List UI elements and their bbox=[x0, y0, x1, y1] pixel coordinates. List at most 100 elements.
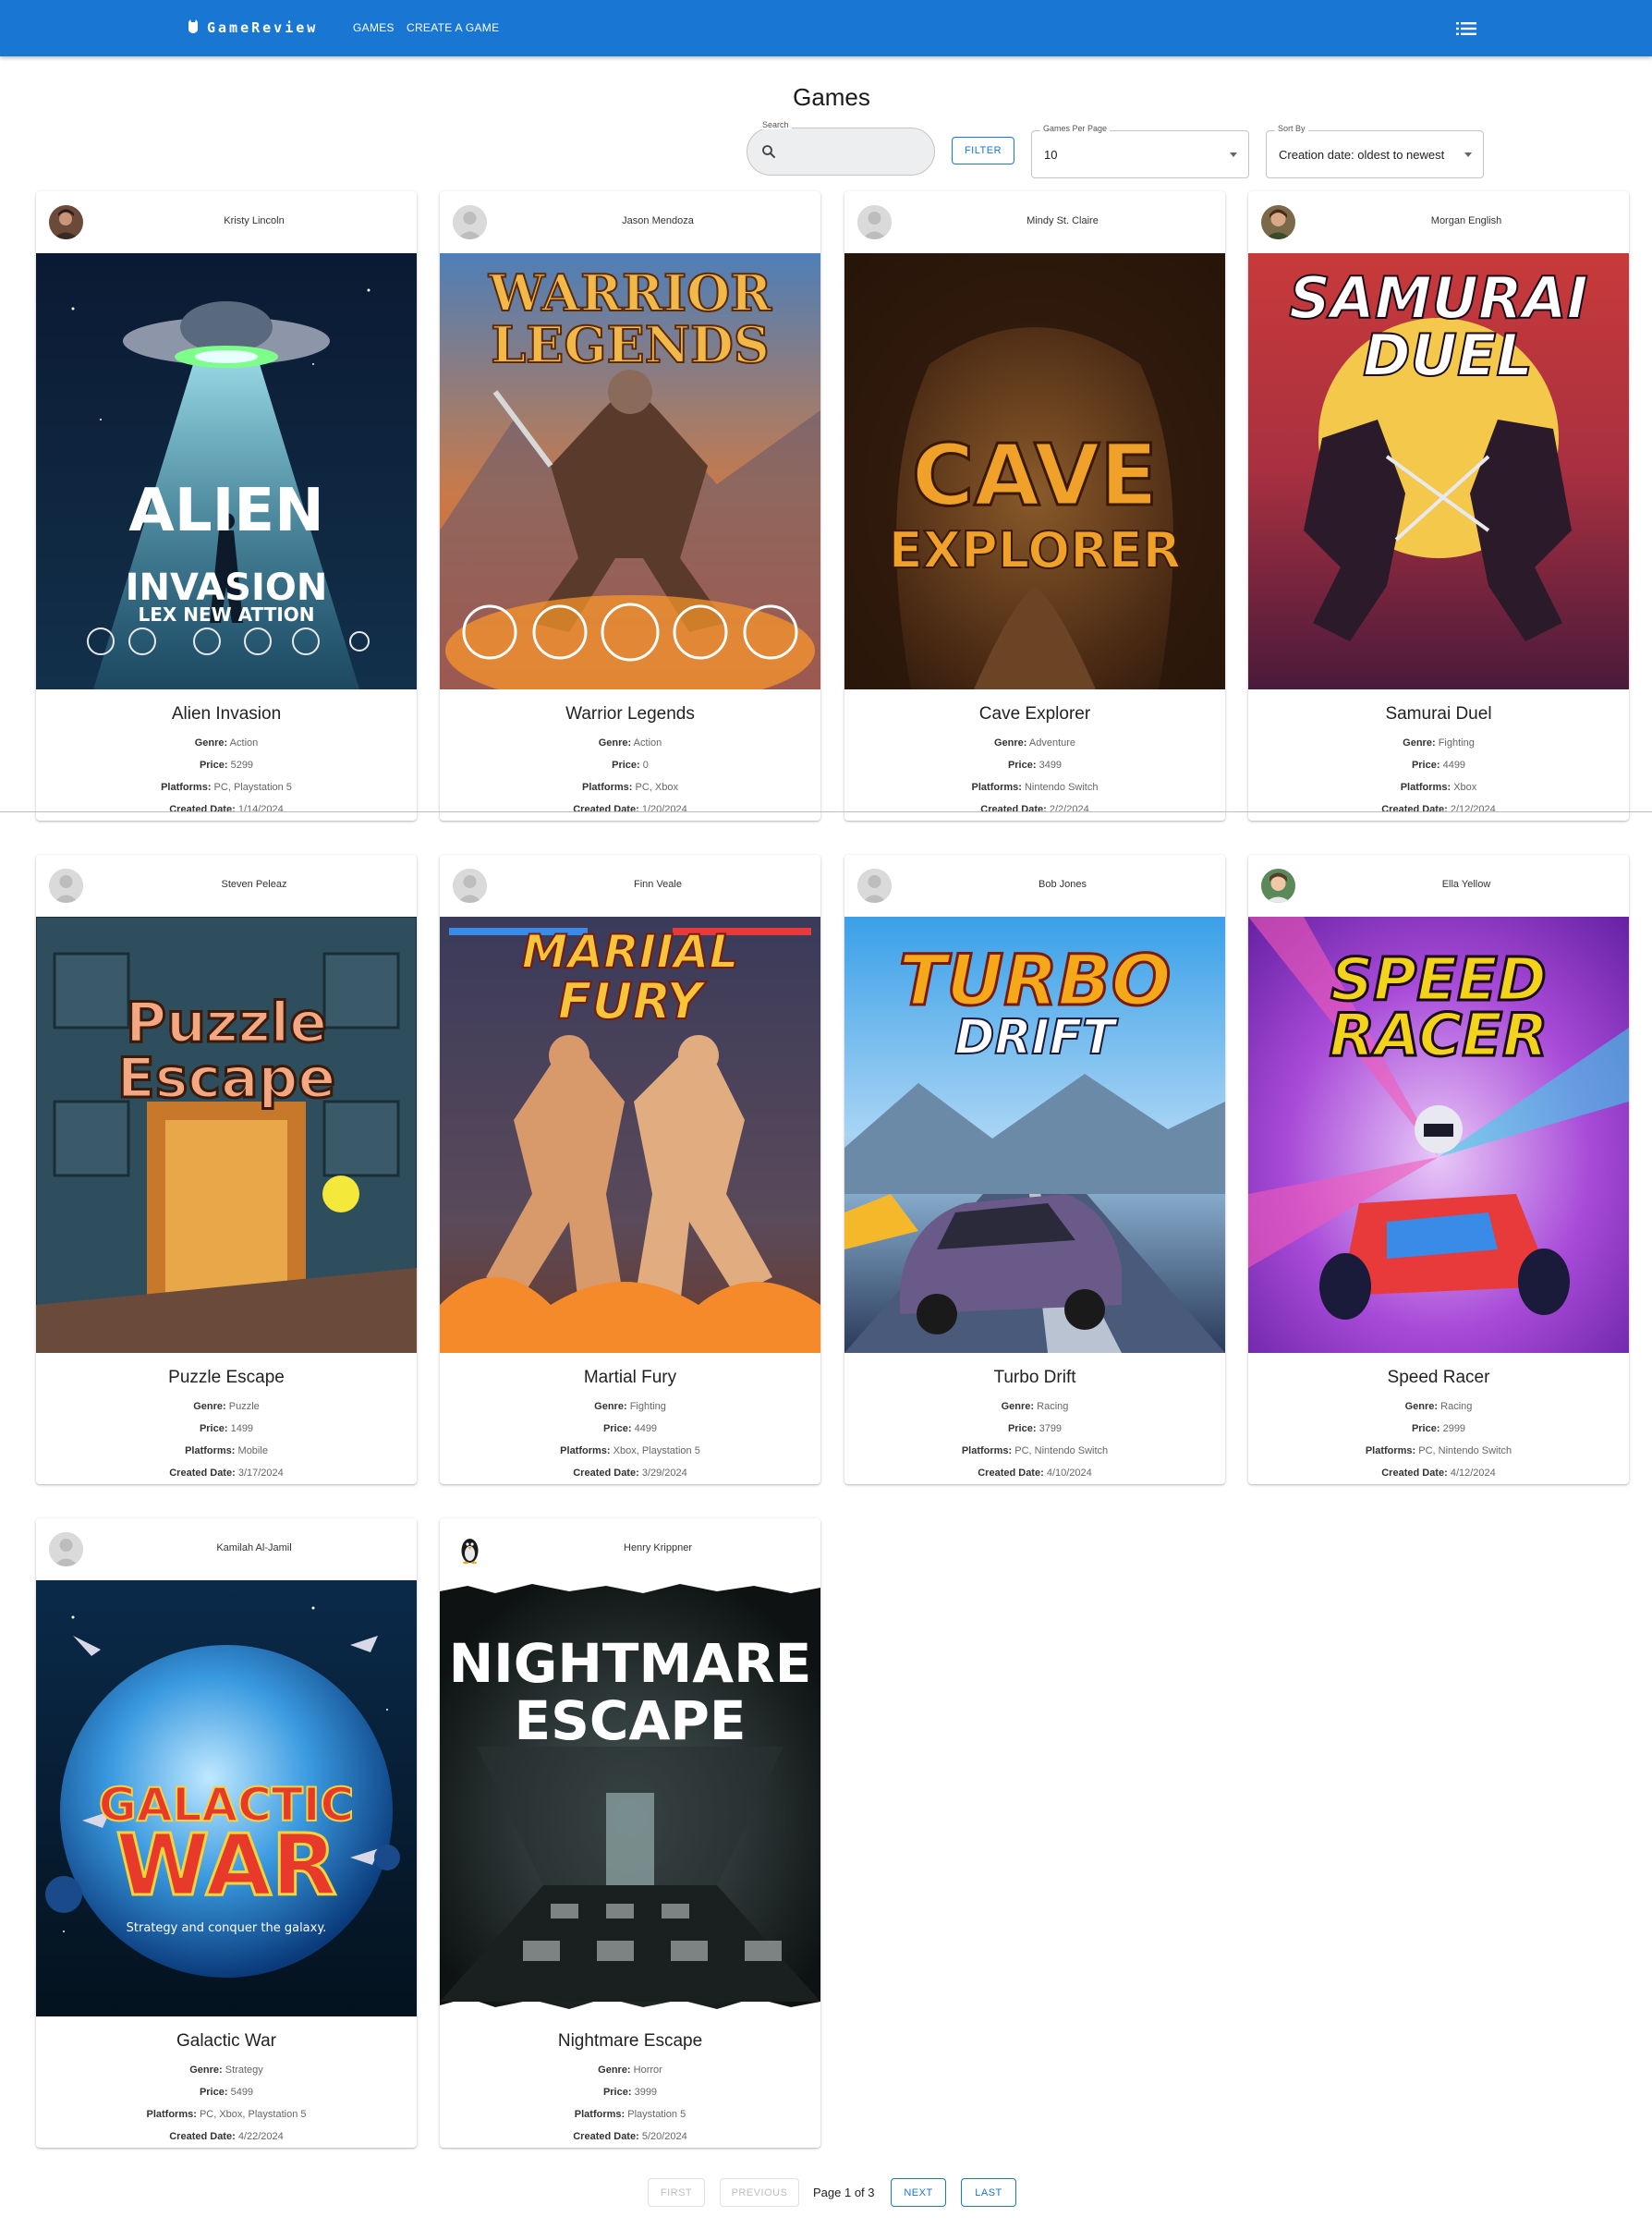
search-input[interactable] bbox=[747, 128, 935, 176]
game-created-date: Created Date: 1/14/2024 bbox=[169, 804, 284, 815]
game-card[interactable]: Bob Jones TURBO DRIFT Turbo Drift Genre:… bbox=[844, 855, 1225, 1484]
chevron-down-icon bbox=[1230, 152, 1237, 157]
cover-subtitle: DUEL bbox=[1363, 322, 1533, 389]
game-card[interactable]: Jason Mendoza WARRIOR LEGENDS Warrior Le… bbox=[440, 191, 820, 821]
card-author: Henry Krippner bbox=[624, 1542, 692, 1553]
card-header: Henry Krippner bbox=[440, 1518, 820, 1580]
sort-by-select[interactable]: Creation date: oldest to newest bbox=[1266, 130, 1484, 178]
games-per-page-label: Games Per Page bbox=[1040, 124, 1111, 133]
game-cover-image: ALIEN INVASION LEX NEW ATTION bbox=[36, 253, 417, 689]
search-icon bbox=[762, 145, 775, 158]
card-header: Steven Peleaz bbox=[36, 855, 417, 917]
cover-subtitle: Escape bbox=[117, 1046, 335, 1111]
card-header: Kristy Lincoln bbox=[36, 191, 417, 253]
game-cover-image: CAVE EXPLORER bbox=[844, 253, 1225, 689]
previous-page-button[interactable]: PREVIOUS bbox=[720, 2178, 799, 2207]
card-author: Steven Peleaz bbox=[221, 879, 287, 890]
shield-icon bbox=[188, 19, 198, 33]
game-title: Martial Fury bbox=[583, 1368, 677, 1387]
game-genre: Genre: Adventure bbox=[993, 737, 1076, 749]
list-menu-icon[interactable] bbox=[1456, 20, 1476, 37]
sort-by-label: Sort By bbox=[1275, 124, 1308, 133]
game-cover-image: Puzzle Escape bbox=[36, 917, 417, 1353]
brand-logo[interactable]: GameReview bbox=[187, 17, 318, 39]
game-platforms: Platforms: Mobile bbox=[185, 1445, 268, 1456]
game-title: Nightmare Escape bbox=[557, 2031, 703, 2051]
game-title: Galactic War bbox=[176, 2031, 277, 2051]
chevron-down-icon bbox=[1464, 152, 1472, 157]
card-author: Kristy Lincoln bbox=[224, 215, 285, 226]
card-header: Kamilah Al-Jamil bbox=[36, 1518, 417, 1580]
game-cover-image: GALACTIC WAR Strategy and conquer the ga… bbox=[36, 1580, 417, 2016]
game-platforms: Platforms: PC, Nintendo Switch bbox=[961, 1445, 1109, 1456]
game-price: Price: 3999 bbox=[602, 2087, 658, 2098]
cover-title: ALIEN bbox=[128, 477, 323, 545]
game-created-date: Created Date: 4/12/2024 bbox=[1381, 1468, 1496, 1479]
game-card[interactable]: Finn Veale MARIIAL FURY Martial Fury Gen… bbox=[440, 855, 820, 1484]
avatar bbox=[49, 205, 83, 239]
game-title: Turbo Drift bbox=[993, 1368, 1076, 1387]
horizontal-divider bbox=[0, 811, 1652, 812]
avatar bbox=[49, 869, 83, 903]
game-card[interactable]: Mindy St. Claire CAVE EXPLORER Cave Expl… bbox=[844, 191, 1225, 821]
game-title: Speed Racer bbox=[1387, 1368, 1490, 1387]
cover-subtitle: ESCAPE bbox=[515, 1689, 747, 1752]
cover-title: MARIIAL bbox=[522, 925, 739, 979]
cover-title: CAVE bbox=[912, 426, 1159, 525]
game-price: Price: 1499 bbox=[199, 1423, 254, 1434]
game-card[interactable]: Kristy Lincoln ALIEN INVASION LEX NEW AT… bbox=[36, 191, 417, 821]
last-page-button[interactable]: LAST bbox=[961, 2178, 1016, 2207]
game-price: Price: 3799 bbox=[1007, 1423, 1063, 1434]
avatar bbox=[453, 1532, 487, 1566]
game-created-date: Created Date: 3/17/2024 bbox=[169, 1468, 284, 1479]
game-price: Price: 5299 bbox=[199, 760, 254, 771]
card-content: Nightmare Escape Genre: Horror Price: 39… bbox=[440, 2016, 820, 2148]
avatar bbox=[453, 205, 487, 239]
card-header: Mindy St. Claire bbox=[844, 191, 1225, 253]
cover-subtitle: DRIFT bbox=[954, 1010, 1118, 1066]
game-title: Warrior Legends bbox=[565, 704, 695, 724]
nav-create-game-link[interactable]: CREATE A GAME bbox=[407, 21, 499, 34]
sort-by-value: Creation date: oldest to newest bbox=[1279, 147, 1445, 162]
game-platforms: Platforms: Playstation 5 bbox=[574, 2109, 686, 2120]
card-author: Morgan English bbox=[1430, 215, 1502, 226]
cover-subtitle: LEGENDS bbox=[491, 315, 770, 374]
game-created-date: Created Date: 3/29/2024 bbox=[573, 1468, 687, 1479]
filter-button[interactable]: FILTER bbox=[952, 137, 1014, 164]
game-genre: Genre: Action bbox=[194, 737, 259, 749]
page-title: Games bbox=[793, 83, 870, 111]
avatar bbox=[857, 205, 892, 239]
game-created-date: Created Date: 5/20/2024 bbox=[573, 2131, 687, 2142]
next-page-button[interactable]: NEXT bbox=[891, 2178, 946, 2207]
card-author: Bob Jones bbox=[1039, 879, 1087, 890]
card-author: Ella Yellow bbox=[1441, 879, 1491, 890]
game-genre: Genre: Puzzle bbox=[193, 1401, 260, 1412]
game-title: Alien Invasion bbox=[171, 704, 282, 724]
card-content: Alien Invasion Genre: Action Price: 5299… bbox=[36, 689, 417, 821]
game-card[interactable]: Kamilah Al-Jamil GALACTIC WAR Strategy a… bbox=[36, 1518, 417, 2148]
game-genre: Genre: Horror bbox=[598, 2065, 662, 2076]
game-platforms: Platforms: PC, Playstation 5 bbox=[161, 782, 292, 793]
card-author: Finn Veale bbox=[634, 879, 682, 890]
card-content: Warrior Legends Genre: Action Price: 0 P… bbox=[440, 689, 820, 821]
game-genre: Genre: Racing bbox=[1404, 1401, 1473, 1412]
game-price: Price: 3499 bbox=[1007, 760, 1063, 771]
card-content: Turbo Drift Genre: Racing Price: 3799 Pl… bbox=[844, 1353, 1225, 1484]
cover-subtitle: RACER bbox=[1330, 1002, 1549, 1070]
cover-title: WARRIOR bbox=[488, 263, 772, 323]
game-card[interactable]: Henry Krippner NIGHTMARE ESCAPE Nightmar… bbox=[440, 1518, 820, 2148]
games-per-page-select[interactable]: 10 bbox=[1031, 130, 1249, 178]
first-page-button[interactable]: FIRST bbox=[648, 2178, 705, 2207]
game-card[interactable]: Steven Peleaz Puzzle Escape Puzzle Escap… bbox=[36, 855, 417, 1484]
nav-games-link[interactable]: GAMES bbox=[353, 21, 395, 34]
game-price: Price: 5499 bbox=[199, 2087, 254, 2098]
brand-name: GameReview bbox=[207, 19, 319, 36]
game-price: Price: 0 bbox=[612, 760, 649, 771]
game-card[interactable]: Morgan English SAMURAI DUEL Samurai Duel… bbox=[1248, 191, 1629, 821]
game-card[interactable]: Ella Yellow SPEED RACER Speed Racer Genr… bbox=[1248, 855, 1629, 1484]
cover-tagline: Strategy and conquer the galaxy. bbox=[127, 1921, 327, 1935]
game-title: Cave Explorer bbox=[978, 704, 1091, 724]
game-title: Puzzle Escape bbox=[168, 1368, 285, 1387]
card-header: Finn Veale bbox=[440, 855, 820, 917]
card-header: Jason Mendoza bbox=[440, 191, 820, 253]
